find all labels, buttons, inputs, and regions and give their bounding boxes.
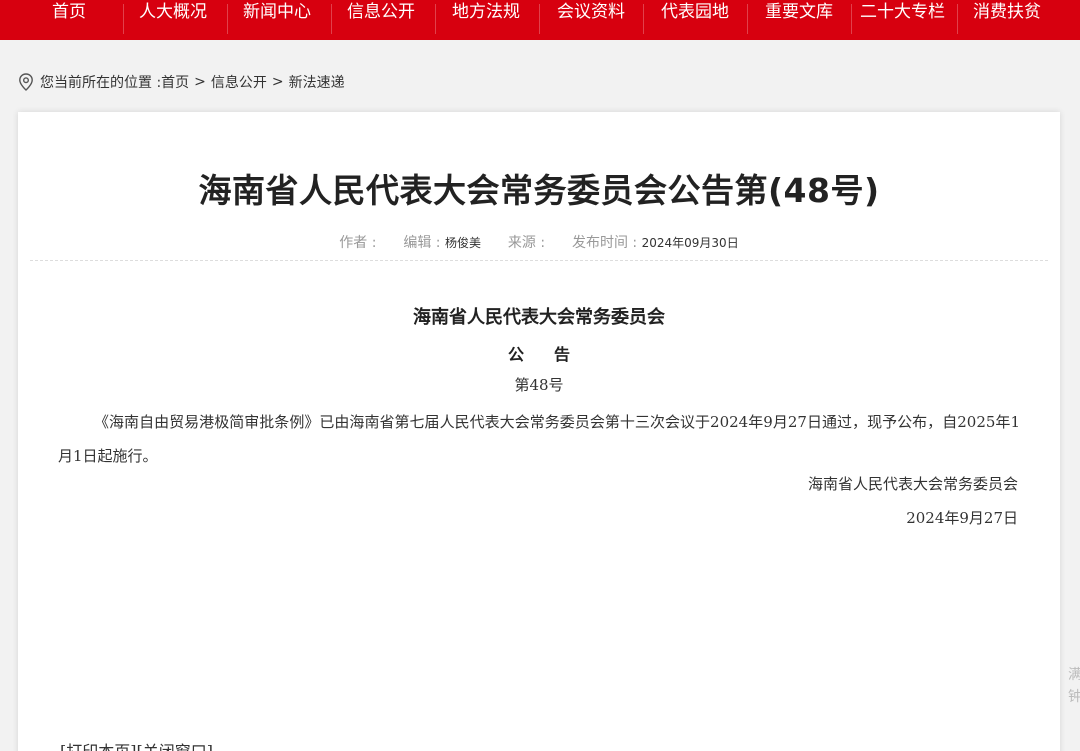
source-label: 来源 :	[507, 235, 546, 251]
nav-item-news[interactable]: 新闻中心	[243, 0, 311, 40]
nav-item-20th-congress[interactable]: 二十大专栏	[860, 0, 945, 40]
meta-divider	[30, 260, 1048, 261]
breadcrumb-prefix: 您当前所在的位置 :	[40, 75, 162, 91]
nav-separator	[851, 4, 852, 34]
date-label: 发布时间 :	[571, 235, 638, 251]
breadcrumb-home[interactable]: 首页	[161, 72, 189, 92]
nav-separator	[747, 4, 748, 34]
nav-separator	[435, 4, 436, 34]
breadcrumb-separator: >	[194, 74, 206, 90]
article-body: 《海南自由贸易港极简审批条例》已由海南省第七届人民代表大会常务委员会第十三次会议…	[58, 413, 1020, 465]
side-floating-tab[interactable]: 满 钟	[1068, 664, 1080, 708]
article-meta: 作者 : 编辑 : 杨俊美 来源 : 发布时间 : 2024年09月30日	[18, 232, 1060, 252]
editor-value: 杨俊美	[444, 236, 481, 250]
article-card: 海南省人民代表大会常务委员会公告第(48号) 作者 : 编辑 : 杨俊美 来源 …	[18, 112, 1060, 751]
nav-item-library[interactable]: 重要文库	[765, 0, 833, 40]
close-window-link[interactable]: [关闭窗口]	[137, 742, 214, 751]
signature-date: 2024年9月27日	[906, 509, 1018, 527]
nav-item-poverty-relief[interactable]: 消费扶贫	[973, 0, 1041, 40]
footer-links: [打印本页][关闭窗口]	[60, 738, 213, 751]
nav-item-overview[interactable]: 人大概况	[139, 0, 207, 40]
nav-separator	[227, 4, 228, 34]
nav-item-info-public[interactable]: 信息公开	[347, 0, 415, 40]
breadcrumb-separator: >	[271, 74, 284, 90]
location-pin-icon	[19, 73, 33, 91]
article-title: 海南省人民代表大会常务委员会公告第(48号)	[198, 171, 880, 210]
document-number: 第48号	[514, 376, 564, 394]
nav-separator	[539, 4, 540, 34]
nav-separator	[643, 4, 644, 34]
nav-item-meeting-docs[interactable]: 会议资料	[557, 0, 625, 40]
author-label: 作者 :	[339, 235, 377, 251]
top-navigation: 首页 人大概况 新闻中心 信息公开 地方法规 会议资料 代表园地 重要文库 二十…	[0, 0, 1080, 40]
nav-separator	[331, 4, 332, 34]
date-value: 2024年09月30日	[641, 236, 739, 250]
breadcrumb-info-public[interactable]: 信息公开	[211, 72, 267, 92]
nav-separator	[957, 4, 958, 34]
editor-label: 编辑 :	[403, 235, 441, 251]
org-heading: 海南省人民代表大会常务委员会	[413, 307, 665, 328]
print-page-link[interactable]: [打印本页]	[60, 742, 137, 751]
nav-item-deputies[interactable]: 代表园地	[661, 0, 729, 40]
nav-item-local-laws[interactable]: 地方法规	[452, 0, 520, 40]
breadcrumb-new-laws[interactable]: 新法速递	[289, 72, 345, 92]
breadcrumb: 您当前所在的位置 : 首页 > 信息公开 > 新法速递	[18, 70, 345, 94]
nav-item-home[interactable]: 首页	[52, 0, 86, 40]
signature-org: 海南省人民代表大会常务委员会	[807, 475, 1018, 493]
notice-heading: 公告	[507, 345, 600, 364]
nav-separator	[123, 4, 124, 34]
